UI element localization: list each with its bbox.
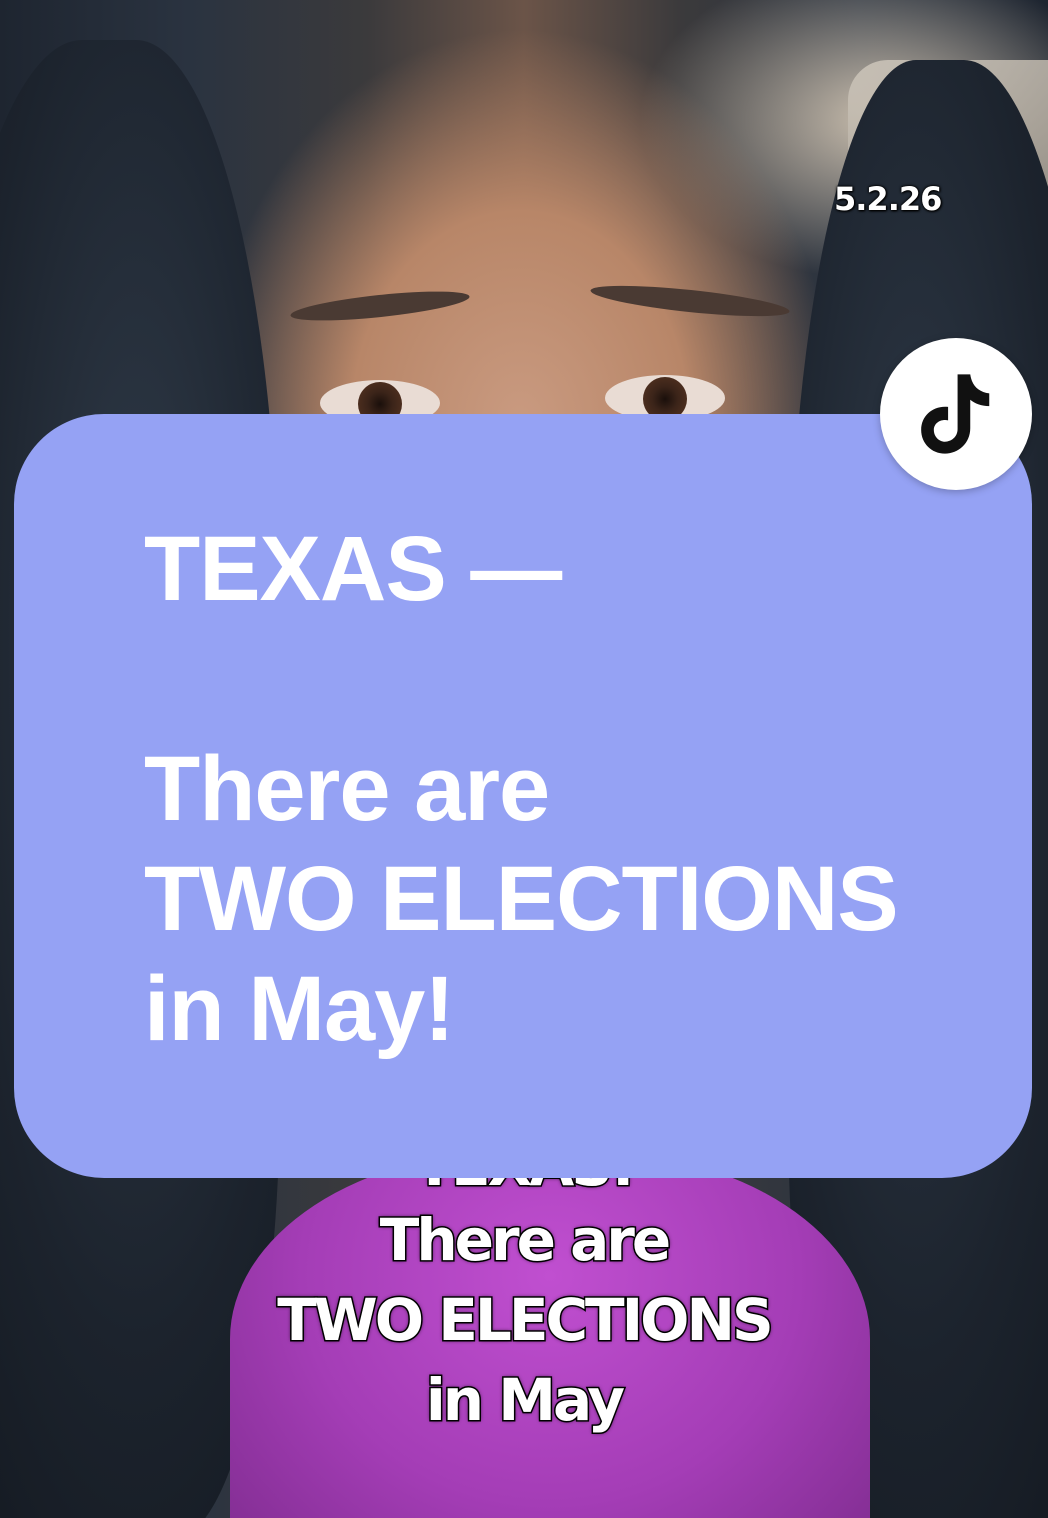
caption-line: There are xyxy=(378,1205,672,1276)
overlay-line: in May! xyxy=(144,958,455,1060)
video-frame[interactable]: 5.2.26 TEXAS! There are TWO ELECTIONS in… xyxy=(0,0,1048,1518)
overlay-text: TEXAS — There are TWO ELECTIONS in May! xyxy=(144,514,899,1064)
burned-in-caption: TEXAS! There are TWO ELECTIONS in May xyxy=(0,1160,1048,1440)
overlay-text-card: TEXAS — There are TWO ELECTIONS in May! xyxy=(14,414,1032,1178)
left-eyebrow xyxy=(289,285,471,327)
overlay-line: There are xyxy=(144,738,550,840)
caption-line: in May xyxy=(424,1365,626,1436)
right-eyebrow xyxy=(589,279,791,323)
overlay-line-title: TEXAS — xyxy=(144,518,562,620)
caption-line: TWO ELECTIONS xyxy=(276,1285,776,1356)
overlay-spacer xyxy=(144,624,898,734)
tiktok-badge[interactable] xyxy=(880,338,1032,490)
tiktok-logo-icon xyxy=(921,374,990,454)
overlay-line: TWO ELECTIONS xyxy=(144,848,899,950)
date-stamp: 5.2.26 xyxy=(834,180,942,218)
